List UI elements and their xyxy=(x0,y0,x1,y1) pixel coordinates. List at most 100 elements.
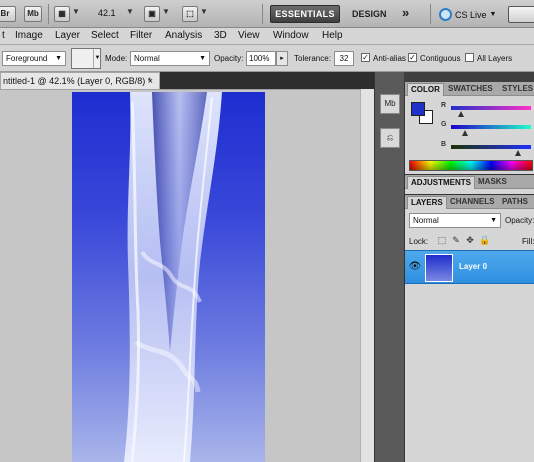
cs-live-icon xyxy=(439,8,452,21)
divider xyxy=(262,4,263,24)
mini-bridge-button[interactable]: Mb xyxy=(24,6,42,22)
contiguous-checkbox[interactable]: ✓ xyxy=(408,53,417,62)
chevron-down-icon[interactable]: ▼ xyxy=(93,49,101,68)
tab-color[interactable]: COLOR xyxy=(407,83,444,96)
chevron-down-icon[interactable]: ▼ xyxy=(162,7,170,16)
workspace-design-button[interactable]: DESIGN xyxy=(352,9,387,19)
cs-live-button[interactable]: CS Live ▼ xyxy=(439,6,496,23)
layer-thumbnail xyxy=(425,254,453,282)
menu-filter[interactable]: Filter xyxy=(130,30,152,41)
view-extras-button[interactable]: ▦ xyxy=(54,6,70,22)
blue-slider-thumb[interactable] xyxy=(515,150,521,156)
tab-paths[interactable]: PATHS xyxy=(499,196,531,209)
water-splash-image xyxy=(124,92,222,462)
mode-label: Mode: xyxy=(105,54,128,63)
red-slider[interactable] xyxy=(451,106,531,110)
opacity-input[interactable]: 100% xyxy=(246,51,276,66)
menu-select[interactable]: Select xyxy=(91,30,119,41)
vertical-scrollbar[interactable] xyxy=(360,89,374,462)
layers-panel: LAYERS CHANNELS PATHS Normal ▼ Opacity: … xyxy=(404,194,534,462)
lock-image-icon[interactable]: ✎ xyxy=(451,235,461,245)
blue-channel-label: B xyxy=(441,141,447,148)
cs-live-label: CS Live xyxy=(455,9,487,20)
all-layers-checkbox[interactable] xyxy=(465,53,474,62)
antialias-label: Anti-alias xyxy=(373,54,406,63)
tolerance-input[interactable]: 32 xyxy=(334,51,354,66)
bridge-button[interactable]: Br xyxy=(0,6,16,22)
tab-styles[interactable]: STYLES xyxy=(499,83,534,96)
menu-3d[interactable]: 3D xyxy=(214,30,227,41)
opacity-label: Opacity: xyxy=(214,54,244,63)
tab-channels[interactable]: CHANNELS xyxy=(447,196,497,209)
mini-bridge-panel-icon[interactable]: Mb xyxy=(380,94,400,114)
chevron-down-icon[interactable]: ▼ xyxy=(126,7,134,16)
color-panel: COLOR SWATCHES STYLES R G B xyxy=(404,82,534,174)
chevron-down-icon[interactable]: ▼ xyxy=(72,7,80,16)
layer-row[interactable]: 👁 Layer 0 xyxy=(405,250,534,284)
tab-layers[interactable]: LAYERS xyxy=(407,196,447,209)
mode-value: Normal xyxy=(134,54,160,63)
fill-source-select[interactable]: Foreground ▼ xyxy=(2,51,66,66)
bridge-label: Br xyxy=(0,9,10,18)
color-spectrum-ramp[interactable] xyxy=(409,160,533,171)
red-channel-label: R xyxy=(441,102,447,109)
close-icon[interactable]: × xyxy=(148,73,153,89)
document-tab[interactable]: ntitled-1 @ 42.1% (Layer 0, RGB/8) * × xyxy=(0,72,160,89)
chevron-down-icon[interactable]: ▼ xyxy=(200,7,208,16)
menu-bar: t Image Layer Select Filter Analysis 3D … xyxy=(0,28,534,45)
menu-file[interactable]: t xyxy=(2,30,5,41)
history-panel-icon[interactable]: ⎌ xyxy=(380,128,400,148)
minimize-button[interactable] xyxy=(508,6,534,23)
zoom-level[interactable]: 42.1 xyxy=(98,8,116,18)
menu-view[interactable]: View xyxy=(238,30,260,41)
workspace-essentials-button[interactable]: ESSENTIALS xyxy=(270,5,340,23)
photoshop-window: Br Mb ▦ ▼ 42.1 ▼ ▣ ▼ ⬚ ▼ ESSENTIALS DESI… xyxy=(0,0,534,462)
chevron-down-icon: ▼ xyxy=(199,55,206,62)
pattern-picker[interactable]: ▼ xyxy=(71,48,101,69)
blend-mode-value: Normal xyxy=(413,216,439,225)
foreground-color-swatch[interactable] xyxy=(411,102,425,116)
options-bar: Foreground ▼ ▼ Mode: Normal ▼ Opacity: 1… xyxy=(0,45,534,72)
tab-swatches[interactable]: SWATCHES xyxy=(445,83,496,96)
arrange-documents-button[interactable]: ▣ xyxy=(144,6,160,22)
document-title: ntitled-1 @ 42.1% (Layer 0, RGB/8) * xyxy=(3,76,152,86)
green-channel-label: G xyxy=(441,121,447,128)
mode-select[interactable]: Normal ▼ xyxy=(130,51,210,66)
blue-slider[interactable] xyxy=(451,145,531,149)
visibility-eye-icon[interactable]: 👁 xyxy=(408,261,422,273)
lock-transparency-icon[interactable]: ⬚ xyxy=(437,235,447,245)
layer-name[interactable]: Layer 0 xyxy=(459,262,487,271)
chevron-down-icon: ▼ xyxy=(490,217,497,224)
green-slider[interactable] xyxy=(451,125,531,129)
tab-adjustments[interactable]: ADJUSTMENTS xyxy=(407,176,476,189)
screen-mode-button[interactable]: ⬚ xyxy=(182,6,198,22)
chevron-down-icon: ▼ xyxy=(489,11,497,18)
layers-panel-tabs: LAYERS CHANNELS PATHS xyxy=(405,195,534,209)
mini-bridge-label: Mb xyxy=(27,9,39,18)
red-slider-thumb[interactable] xyxy=(458,111,464,117)
panel-icon-dock: Mb ⎌ xyxy=(374,72,404,462)
canvas-image[interactable] xyxy=(72,92,265,462)
chevron-down-icon: ▼ xyxy=(55,55,62,62)
lock-position-icon[interactable]: ✥ xyxy=(465,235,475,245)
adjustments-panel-tabs: ADJUSTMENTS MASKS xyxy=(405,175,534,189)
more-workspaces-icon[interactable]: » xyxy=(402,5,409,20)
divider xyxy=(430,4,431,24)
blend-mode-select[interactable]: Normal ▼ xyxy=(409,213,501,228)
menu-help[interactable]: Help xyxy=(322,30,343,41)
tolerance-label: Tolerance: xyxy=(294,54,331,63)
antialias-checkbox[interactable]: ✓ xyxy=(361,53,370,62)
tab-masks[interactable]: MASKS xyxy=(475,176,510,189)
menu-window[interactable]: Window xyxy=(273,30,309,41)
layer-opacity-label: Opacity: xyxy=(505,216,534,225)
all-layers-label: All Layers xyxy=(477,54,513,63)
menu-layer[interactable]: Layer xyxy=(55,30,80,41)
green-slider-thumb[interactable] xyxy=(462,130,468,136)
opacity-slider-button[interactable]: ▸ xyxy=(276,51,288,66)
menu-image[interactable]: Image xyxy=(15,30,43,41)
fill-label: Fill: xyxy=(522,237,534,246)
lock-all-icon[interactable]: 🔒 xyxy=(479,235,490,245)
menu-analysis[interactable]: Analysis xyxy=(165,30,202,41)
adjustments-panel: ADJUSTMENTS MASKS xyxy=(404,174,534,194)
application-bar: Br Mb ▦ ▼ 42.1 ▼ ▣ ▼ ⬚ ▼ ESSENTIALS DESI… xyxy=(0,0,534,28)
